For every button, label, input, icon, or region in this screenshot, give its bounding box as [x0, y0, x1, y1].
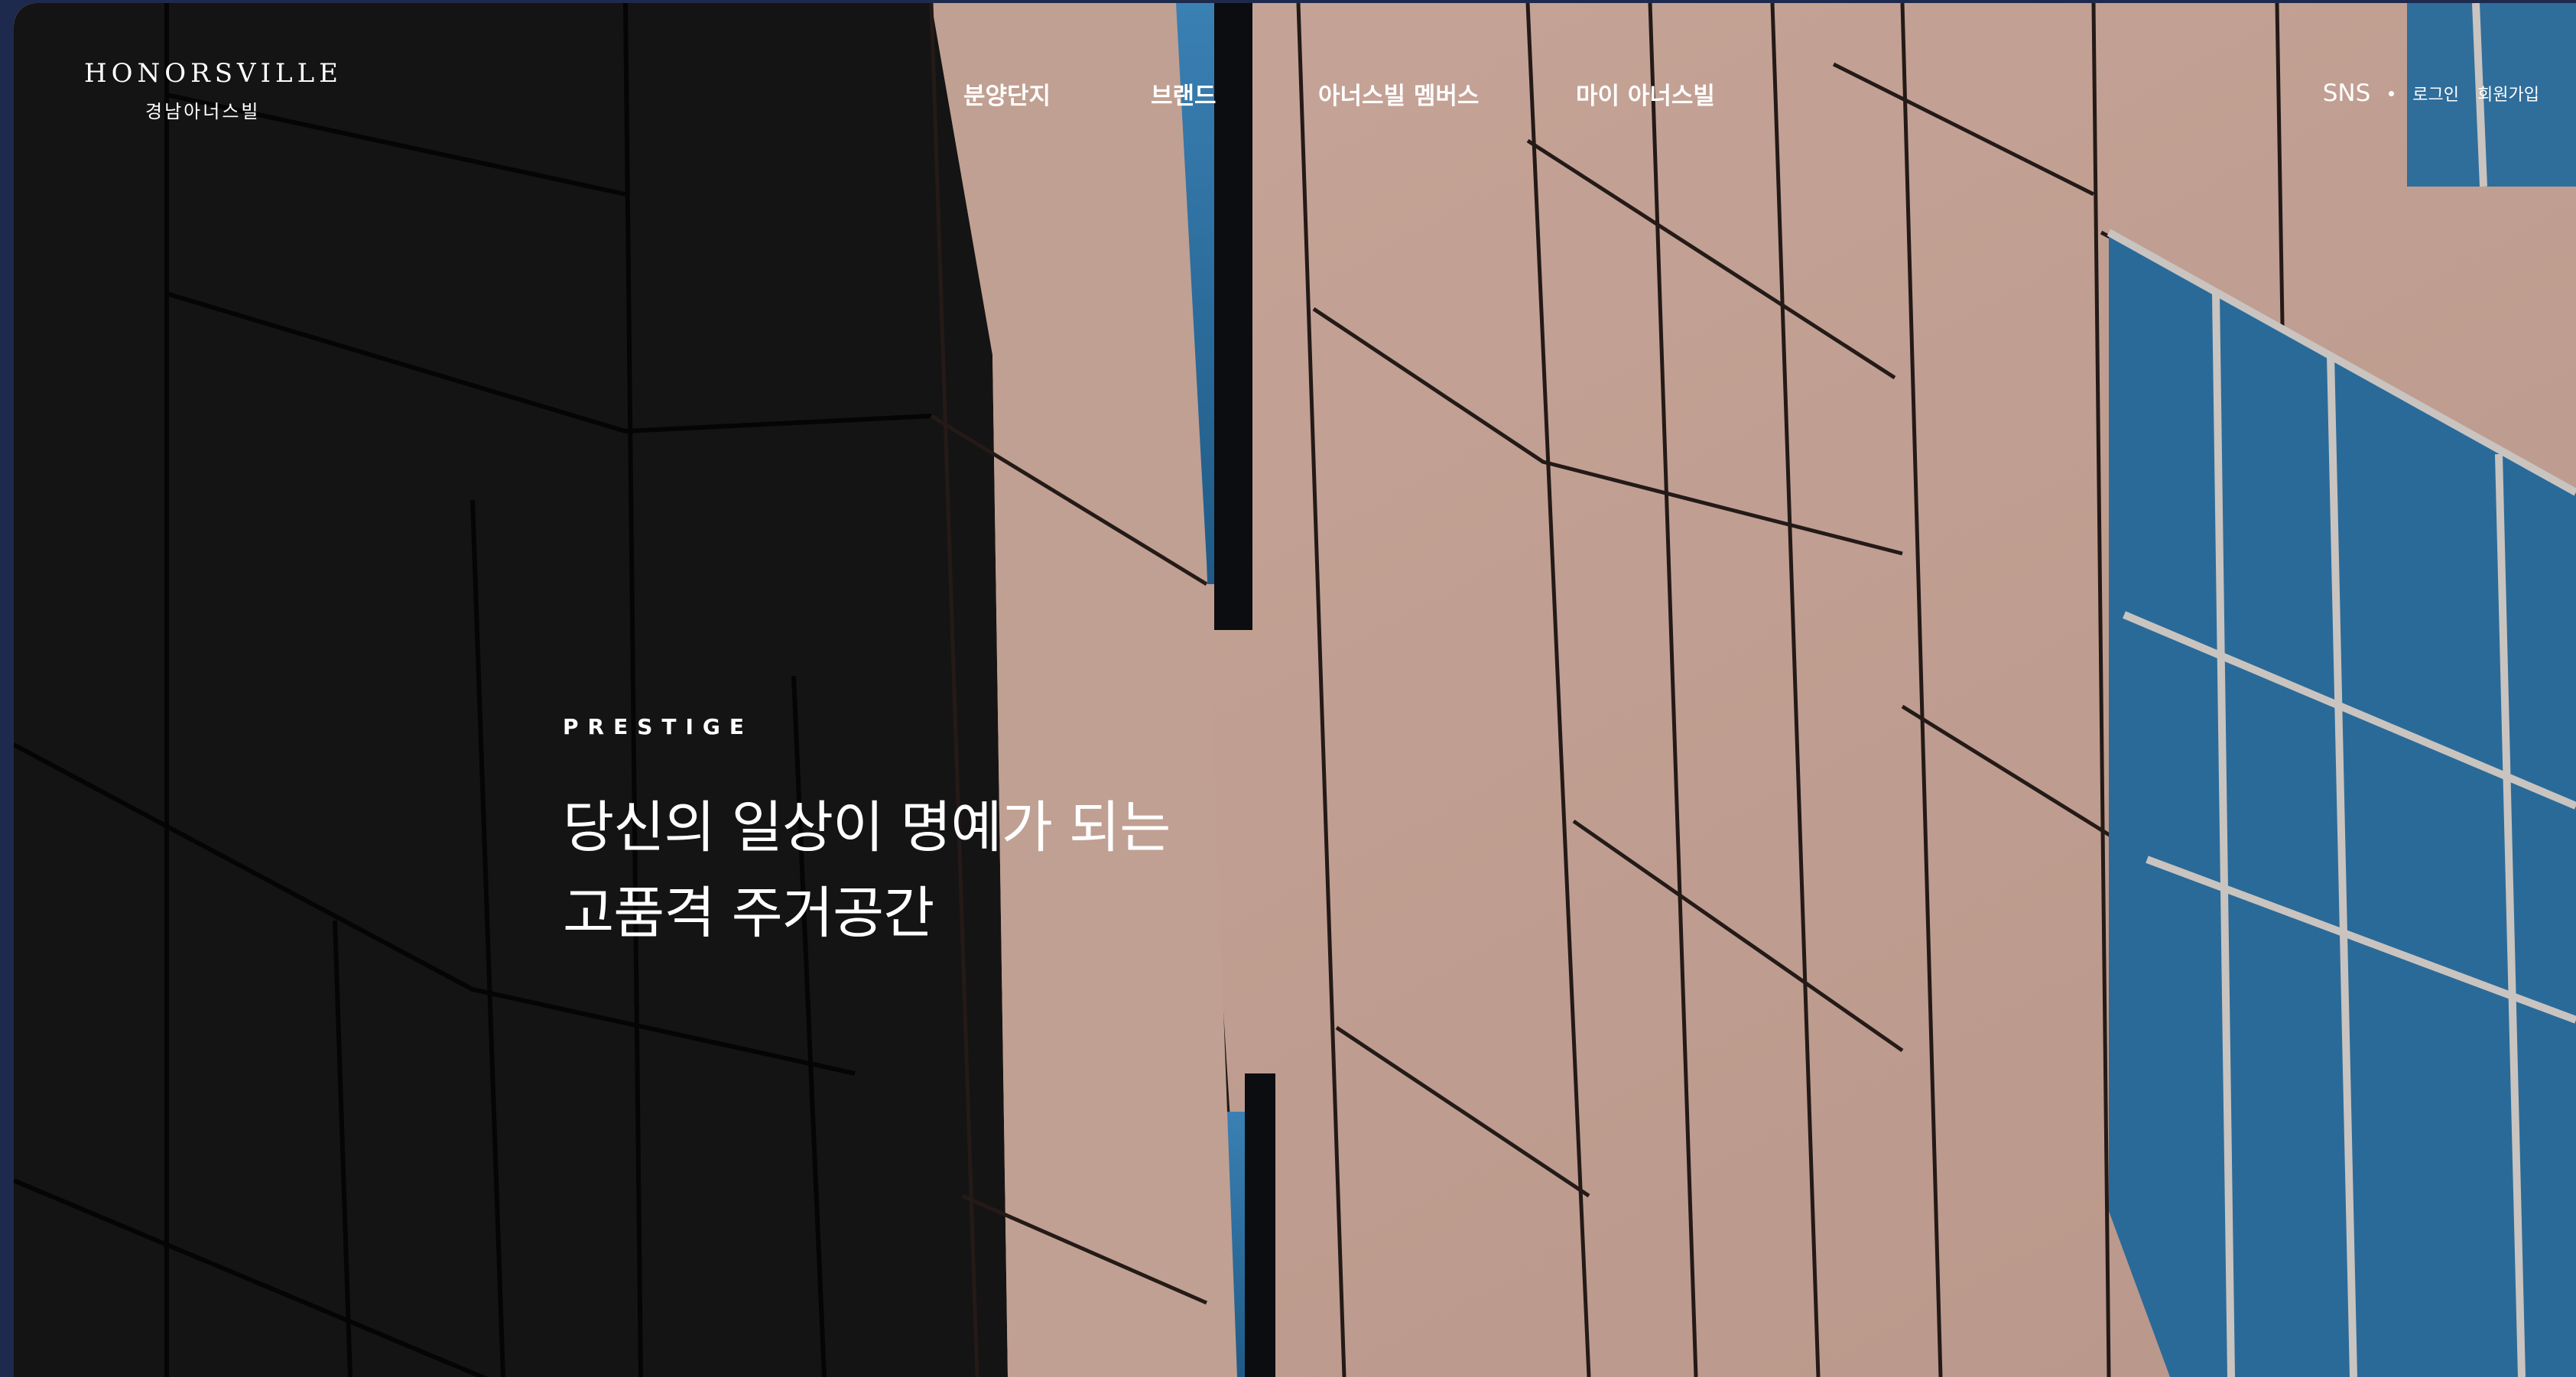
- hero-headline-line1: 당신의 일상이 명예가 되는: [563, 795, 1171, 860]
- nav-item-my-honorsville[interactable]: 마이 아너스빌: [1576, 76, 1715, 111]
- signup-link[interactable]: 회원가입: [2477, 81, 2539, 106]
- page-frame: HONORSVILLE 경남아너스빌 분양단지 브랜드 아너스빌 멤버스 마이 …: [14, 3, 2576, 1377]
- logo-text-en: HONORSVILLE: [84, 58, 343, 89]
- nav-item-complexes[interactable]: 분양단지: [963, 76, 1051, 111]
- hero-building-image: [14, 3, 2576, 1377]
- sns-link[interactable]: SNS: [2323, 80, 2371, 107]
- nav-item-brand[interactable]: 브랜드: [1151, 76, 1217, 111]
- hero-copy: PRESTIGE 당신의 일상이 명예가 되는 고품격 주거공간: [563, 714, 1171, 956]
- hero-eyebrow: PRESTIGE: [563, 714, 754, 739]
- nav-item-members[interactable]: 아너스빌 멤버스: [1318, 76, 1479, 111]
- login-link[interactable]: 로그인: [2412, 81, 2459, 106]
- separator-dot: [2389, 90, 2395, 96]
- hero-headline: 당신의 일상이 명예가 되는 고품격 주거공간: [563, 785, 1171, 956]
- brand-logo[interactable]: HONORSVILLE 경남아너스빌: [84, 58, 343, 123]
- utility-links: SNS 로그인 회원가입: [2323, 80, 2539, 107]
- logo-text-ko: 경남아너스빌: [145, 101, 261, 122]
- site-header: HONORSVILLE 경남아너스빌 분양단지 브랜드 아너스빌 멤버스 마이 …: [14, 3, 2576, 179]
- hero-headline-line2: 고품격 주거공간: [563, 881, 934, 946]
